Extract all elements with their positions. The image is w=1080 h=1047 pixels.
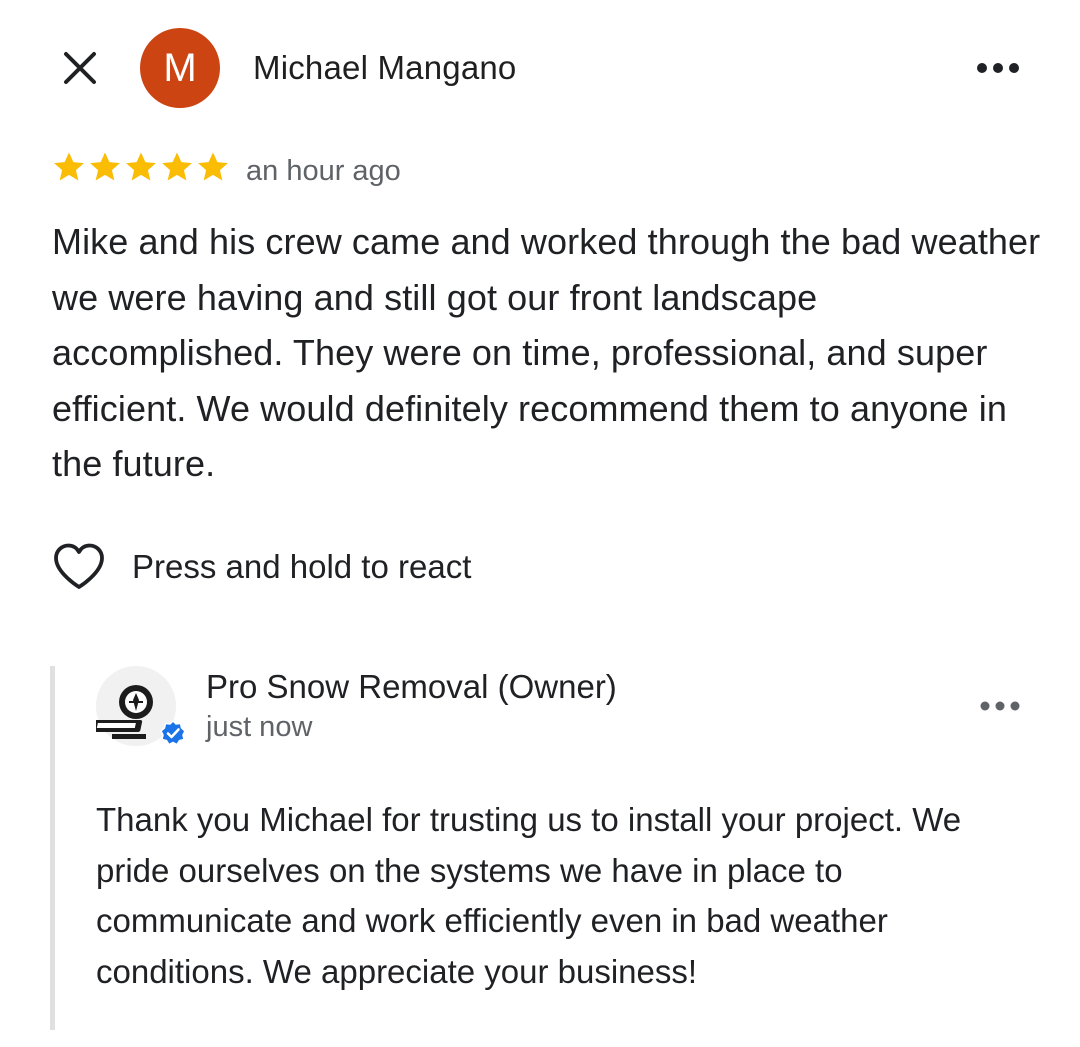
reviewer-name[interactable]: Michael Mangano xyxy=(253,49,517,87)
heart-outline-icon xyxy=(54,543,104,589)
owner-reply-text: Thank you Michael for trusting us to ins… xyxy=(96,801,962,990)
reviewer-initial: M xyxy=(163,45,197,90)
star-icon xyxy=(162,152,192,181)
close-icon xyxy=(64,52,96,84)
review-more-button[interactable] xyxy=(970,50,1026,86)
star-rating xyxy=(52,150,230,190)
star-icon xyxy=(54,152,84,181)
close-button[interactable] xyxy=(56,44,104,92)
star-icon xyxy=(90,152,120,181)
star-icon xyxy=(126,152,156,181)
reply-more-button[interactable] xyxy=(972,690,1028,722)
review-time: an hour ago xyxy=(246,155,401,187)
react-label: Press and hold to react xyxy=(132,548,472,585)
star-icon xyxy=(198,152,228,181)
react-button[interactable]: Press and hold to react xyxy=(52,540,471,594)
more-horizontal-icon xyxy=(980,701,1020,711)
review-text: Mike and his crew came and worked throug… xyxy=(52,221,1041,484)
more-horizontal-icon xyxy=(977,63,1019,73)
owner-reply-time: just now xyxy=(206,711,313,743)
reply-divider xyxy=(50,666,55,1030)
reviewer-avatar[interactable]: M xyxy=(140,28,220,108)
owner-name: Pro Snow Removal (Owner) xyxy=(206,668,617,705)
verified-check-icon xyxy=(160,720,186,746)
